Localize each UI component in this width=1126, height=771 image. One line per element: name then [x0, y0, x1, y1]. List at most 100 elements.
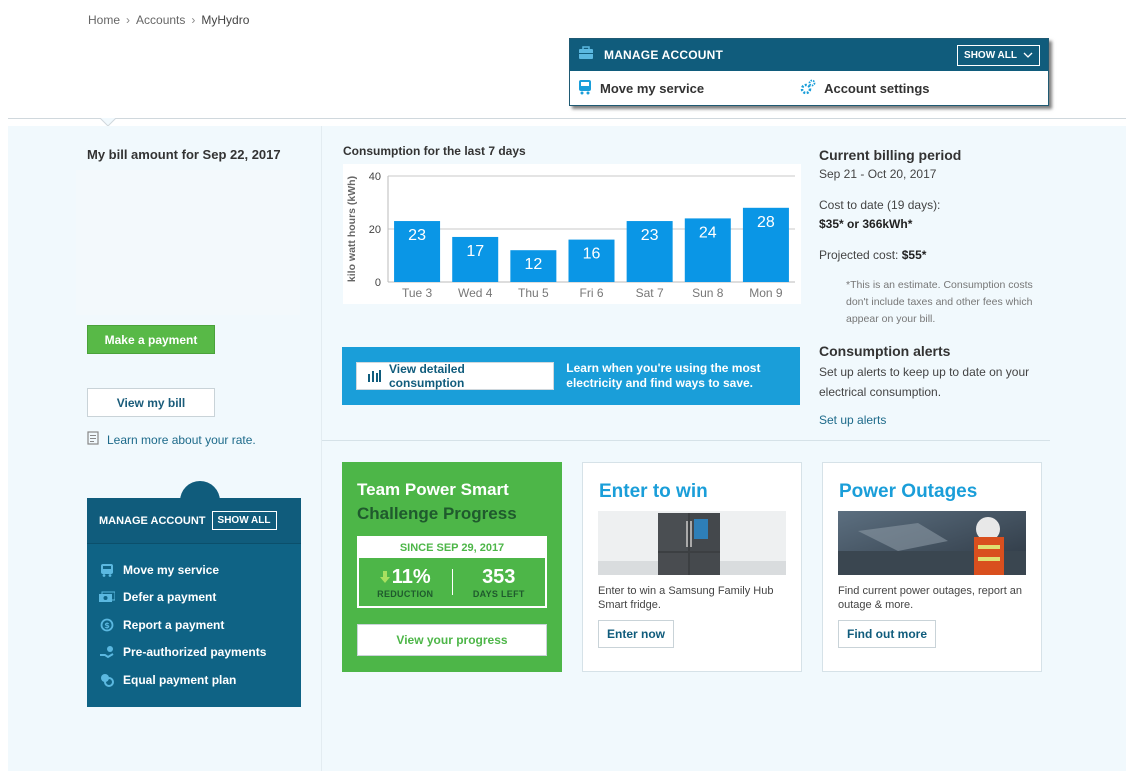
x-tick-label: Fri 6: [580, 286, 604, 300]
cost-to-date-value: $35* or 366kWh*: [819, 217, 913, 231]
power-outages-title: Power Outages: [839, 481, 978, 502]
view-detailed-consumption-label: View detailed consumption: [389, 362, 465, 390]
billing-period-title: Current billing period: [819, 147, 962, 163]
bar-value-label: 16: [583, 246, 601, 263]
detailed-consumption-text: Learn when you're using the most electri…: [566, 361, 761, 390]
bar-value-label: 12: [524, 256, 542, 273]
top-manage-account-links: Move my service Account settings: [570, 71, 1048, 105]
consumption-chart-svg: kilo watt hours (kWh) 0 20 40 23 Tue 3 17 Wed 4…: [346, 171, 795, 300]
coins-icon: [99, 673, 115, 687]
x-tick-label: Sun 8: [692, 286, 724, 300]
challenge-progress-card: Team Power Smart Challenge Progress SINC…: [342, 462, 562, 672]
x-tick-label: Tue 3: [402, 286, 433, 300]
bill-amount-box: [76, 170, 300, 315]
make-payment-button[interactable]: Make a payment: [87, 325, 215, 354]
chevron-down-icon: [1023, 50, 1033, 61]
challenge-title-2: Challenge Progress: [357, 504, 517, 523]
breadcrumb-accounts[interactable]: Accounts: [136, 13, 185, 27]
consumption-alerts-title: Consumption alerts: [819, 343, 951, 359]
arrow-down-icon: [379, 566, 390, 589]
lineworker-image: [838, 511, 1026, 575]
pre-authorized-payments-label: Pre-authorized payments: [123, 645, 267, 660]
chart-title: Consumption for the last 7 days: [343, 144, 526, 158]
days-left-stat: 353 DAYS LEFT: [453, 566, 546, 599]
bar-chart-icon: [367, 368, 381, 385]
top-show-all-button[interactable]: SHOW ALL: [957, 44, 1040, 66]
view-detailed-consumption-button[interactable]: View detailed consumption: [356, 362, 555, 390]
detailed-consumption-banner: View detailed consumption Learn when you…: [342, 347, 800, 405]
reduction-value: 11%: [391, 565, 431, 588]
challenge-stats: 11% REDUCTION 353 DAYS LEFT: [359, 558, 545, 606]
pre-authorized-payments-item[interactable]: Pre-authorized payments: [99, 639, 289, 667]
enter-to-win-title: Enter to win: [599, 481, 708, 502]
svg-text:$: $: [104, 621, 110, 630]
top-account-settings-link[interactable]: Account settings: [800, 79, 930, 98]
x-tick-label: Mon 9: [749, 286, 783, 300]
left-manage-account-list: Move my service Defer a payment $ Report…: [87, 544, 301, 694]
consumption-alerts-text: Set up alerts to keep up to date on your…: [819, 365, 1030, 399]
challenge-since-date: SINCE SEP 29, 2017: [359, 538, 545, 558]
top-move-my-service-link[interactable]: Move my service: [578, 79, 704, 98]
find-out-more-button[interactable]: Find out more: [838, 620, 936, 648]
document-icon: [87, 431, 99, 448]
bar-value-label: 23: [641, 227, 659, 244]
bill-amount-title: My bill amount for Sep 22, 2017: [87, 147, 281, 162]
x-tick-label: Wed 4: [458, 286, 493, 300]
breadcrumb: Home › Accounts › MyHydro: [88, 13, 249, 27]
defer-payment-item[interactable]: Defer a payment: [99, 584, 289, 612]
y-axis-label: kilo watt hours (kWh): [346, 176, 358, 282]
breadcrumb-current: MyHydro: [201, 13, 250, 27]
cost-to-date-label: Cost to date (19 days):: [819, 198, 941, 212]
billing-period-dates: Sep 21 - Oct 20, 2017: [819, 167, 937, 181]
enter-to-win-description: Enter to win a Samsung Family Hub Smart …: [598, 585, 774, 611]
report-payment-item[interactable]: $ Report a payment: [99, 611, 289, 639]
report-payment-label: Report a payment: [123, 617, 225, 632]
set-up-alerts-link[interactable]: Set up alerts: [819, 413, 886, 427]
projected-cost-label: Projected cost:: [819, 248, 899, 262]
power-outages-description: Find current power outages, report an ou…: [838, 585, 1023, 611]
bar-value-label: 24: [699, 224, 717, 241]
top-show-all-label: SHOW ALL: [964, 49, 1017, 61]
bar-value-label: 17: [466, 243, 484, 260]
equal-payment-plan-item[interactable]: Equal payment plan: [99, 666, 289, 694]
x-tick-label: Sat 7: [636, 286, 664, 300]
section-divider: [322, 440, 1050, 441]
equal-payment-plan-label: Equal payment plan: [123, 672, 237, 687]
days-left-label: DAYS LEFT: [472, 588, 525, 599]
view-progress-button[interactable]: View your progress: [357, 624, 547, 656]
top-manage-account-header: MANAGE ACCOUNT SHOW ALL: [570, 39, 1048, 71]
power-outages-card: Power Outages Find current power outages…: [822, 462, 1042, 672]
breadcrumb-separator: ›: [126, 13, 131, 27]
move-my-service-item[interactable]: Move my service: [99, 556, 289, 584]
reduction-label: REDUCTION: [377, 588, 434, 599]
briefcase-icon: [578, 45, 594, 65]
view-my-bill-button[interactable]: View my bill: [87, 388, 215, 417]
estimate-note: *This is an estimate. Consumption costs …: [846, 279, 1033, 325]
gear-icon: [800, 79, 816, 98]
left-manage-account-panel: MANAGE ACCOUNT SHOW ALL Move my service …: [87, 498, 301, 707]
bar-value-label: 28: [757, 214, 775, 231]
defer-payment-label: Defer a payment: [123, 590, 217, 605]
enter-now-button[interactable]: Enter now: [598, 620, 675, 648]
left-manage-account-header: MANAGE ACCOUNT SHOW ALL: [87, 498, 301, 544]
projected-cost: Projected cost: $55*: [819, 248, 926, 262]
tab-caret-icon: [100, 118, 116, 126]
x-tick-label: Thu 5: [518, 286, 549, 300]
breadcrumb-home[interactable]: Home: [88, 13, 120, 27]
y-tick-label: 40: [369, 171, 381, 183]
fridge-image: [598, 511, 786, 575]
challenge-stats-box: SINCE SEP 29, 2017 11% REDUCTION 353 DAY…: [357, 536, 547, 608]
left-show-all-button[interactable]: SHOW ALL: [211, 511, 277, 530]
enter-to-win-card: Enter to win Enter to win a Samsung Fami…: [582, 462, 802, 672]
consumption-chart: kilo watt hours (kWh) 0 20 40 23 Tue 3 17 Wed 4…: [343, 164, 801, 304]
hand-coin-icon: [99, 645, 115, 659]
breadcrumb-separator: ›: [191, 13, 196, 27]
projected-cost-value: $55*: [901, 248, 927, 262]
learn-more-rate-link[interactable]: Learn more about your rate.: [87, 431, 256, 448]
reduction-stat: 11% REDUCTION: [359, 566, 452, 599]
truck-icon: [578, 79, 592, 98]
days-left-value: 353: [482, 565, 516, 588]
learn-more-rate-label: Learn more about your rate.: [107, 432, 256, 447]
bar-value-label: 23: [408, 227, 426, 244]
truck-icon: [99, 563, 115, 577]
